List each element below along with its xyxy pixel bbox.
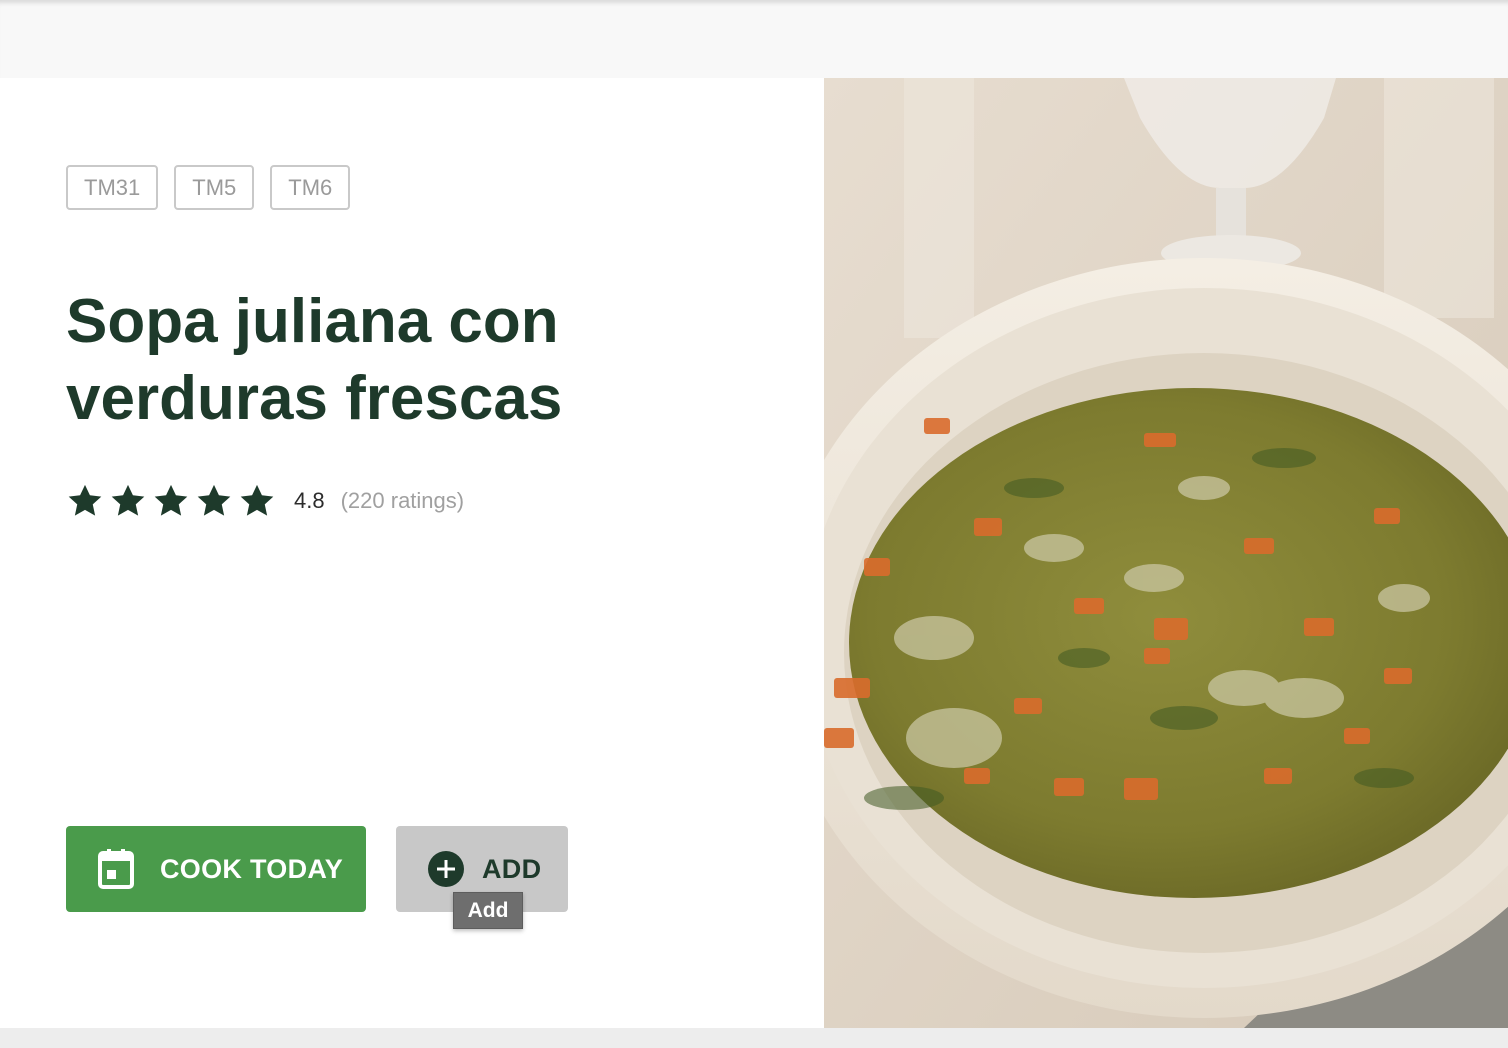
star-icon [111, 484, 145, 516]
recipe-rating: 4.8 (220 ratings) [66, 482, 464, 520]
device-tag-tm6: TM6 [270, 165, 351, 210]
recipe-hero-card: TM31 TM5 TM6 Sopa juliana con verduras f… [0, 78, 1508, 1028]
star-icon [68, 484, 102, 516]
plus-circle-icon [428, 851, 464, 887]
top-bar [0, 0, 1508, 78]
soup-bowl-image [824, 78, 1508, 1028]
rating-count: (220 ratings) [340, 488, 465, 513]
rating-stars [66, 482, 276, 520]
star-icon [197, 484, 231, 516]
recipe-info-panel: TM31 TM5 TM6 Sopa juliana con verduras f… [0, 78, 824, 1028]
calendar-icon [98, 849, 134, 889]
recipe-title: Sopa juliana con verduras frescas [66, 287, 563, 433]
device-tag-tm31: TM31 [66, 165, 159, 210]
cook-today-button[interactable]: COOK TODAY [66, 826, 366, 912]
recipe-photo [824, 78, 1508, 1028]
add-tooltip: Add [453, 892, 523, 929]
cook-today-label: COOK TODAY [160, 853, 344, 884]
device-tag-tm5: TM5 [174, 165, 255, 210]
rating-value: 4.8 [294, 488, 325, 513]
add-label: ADD [482, 853, 542, 884]
star-icon [240, 484, 274, 516]
star-icon [154, 484, 188, 516]
device-tags: TM31 TM5 TM6 [66, 165, 351, 210]
